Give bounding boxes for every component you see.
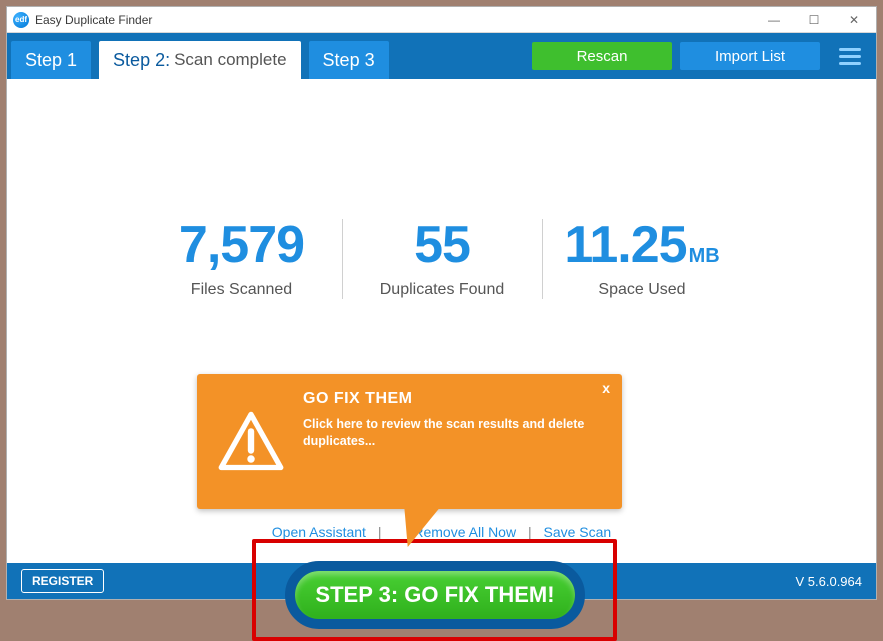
go-fix-them-button[interactable]: STEP 3: GO FIX THEM!	[285, 561, 585, 629]
import-list-button[interactable]: Import List	[680, 42, 820, 70]
open-assistant-link[interactable]: Open Assistant	[272, 524, 366, 540]
warning-icon	[217, 408, 285, 476]
rescan-button[interactable]: Rescan	[532, 42, 672, 70]
tab-step1[interactable]: Step 1	[11, 41, 91, 79]
tooltip-popup: GO FIX THEM Click here to review the sca…	[197, 374, 622, 509]
stat-space-used: 11.25MB Space Used	[542, 219, 742, 299]
maximize-button[interactable]: ☐	[794, 8, 834, 32]
save-scan-link[interactable]: Save Scan	[544, 524, 612, 540]
stats-row: 7,579 Files Scanned 55 Duplicates Found …	[7, 219, 876, 299]
hamburger-menu-icon[interactable]	[834, 42, 866, 70]
version-label: V 5.6.0.964	[796, 574, 863, 589]
tooltip-close-button[interactable]: x	[602, 380, 610, 396]
titlebar: edf Easy Duplicate Finder — ☐ ✕	[7, 7, 876, 33]
tab-step3[interactable]: Step 3	[309, 41, 389, 79]
window-title: Easy Duplicate Finder	[35, 13, 152, 27]
window-controls: — ☐ ✕	[754, 8, 874, 32]
main-content: 7,579 Files Scanned 55 Duplicates Found …	[7, 79, 876, 563]
stat-files-scanned: 7,579 Files Scanned	[142, 219, 342, 299]
tooltip-body: Click here to review the scan results an…	[303, 416, 602, 450]
stat-duplicates-found: 55 Duplicates Found	[342, 219, 542, 299]
minimize-button[interactable]: —	[754, 8, 794, 32]
register-button[interactable]: REGISTER	[21, 569, 104, 593]
tooltip-title: GO FIX THEM	[303, 390, 602, 408]
app-window: edf Easy Duplicate Finder — ☐ ✕ Step 1 S…	[6, 6, 877, 600]
action-links: Open Assistant | Remove All Now | Save S…	[7, 524, 876, 540]
close-button[interactable]: ✕	[834, 8, 874, 32]
app-icon: edf	[13, 12, 29, 28]
tab-step2[interactable]: Step 2: Scan complete	[99, 41, 301, 79]
top-toolbar: Step 1 Step 2: Scan complete Step 3 Resc…	[7, 33, 876, 79]
